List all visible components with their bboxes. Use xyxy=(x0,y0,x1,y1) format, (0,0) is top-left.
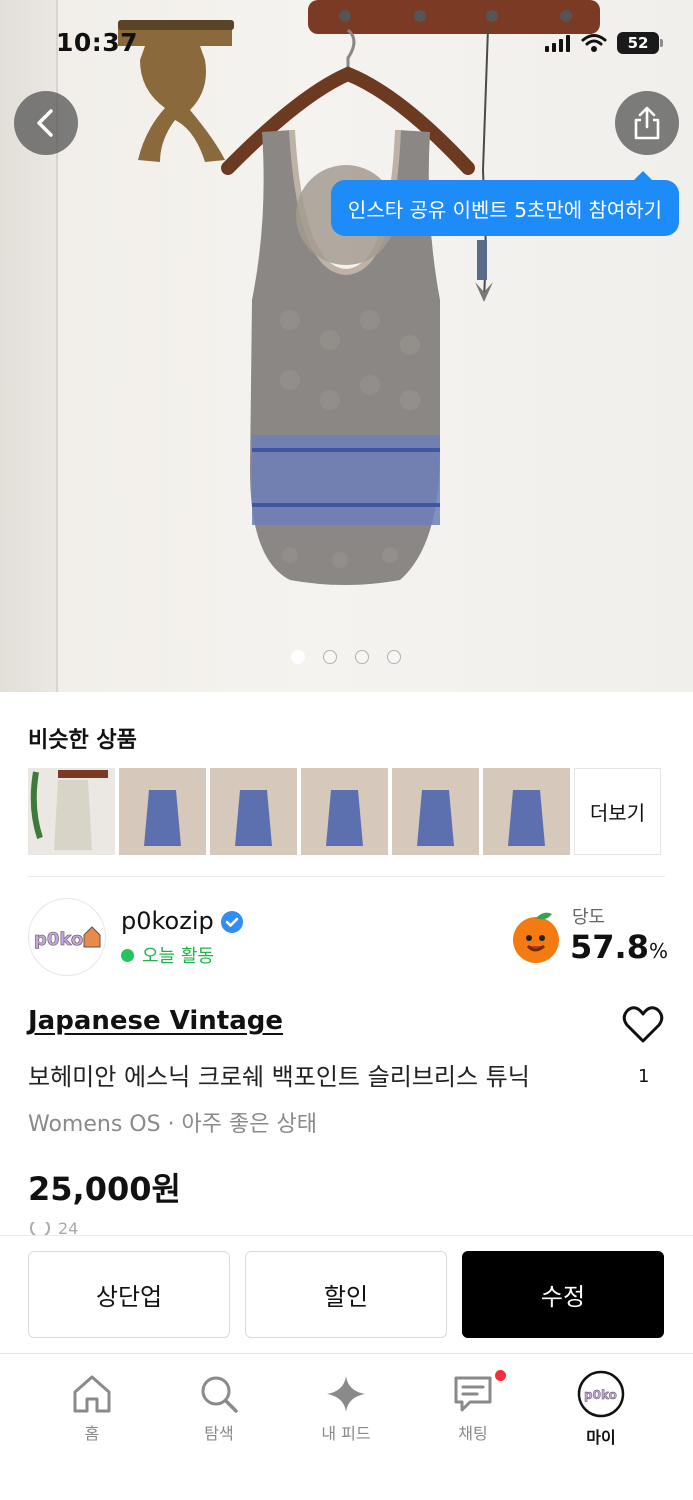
view-count: 24 xyxy=(28,1222,78,1236)
chevron-left-icon xyxy=(37,109,53,137)
eye-icon xyxy=(30,1222,50,1236)
like-count: 1 xyxy=(638,1066,650,1087)
svg-text:p0ko: p0ko xyxy=(34,929,83,950)
action-bar: 상단업 할인 수정 xyxy=(0,1235,693,1353)
thumb-image xyxy=(483,768,570,855)
product-meta: Womens OS · 아주 좋은 상태 xyxy=(28,1112,317,1137)
like-heart-icon[interactable] xyxy=(622,1006,664,1044)
similar-product-thumb[interactable] xyxy=(119,768,206,855)
product-price: 25,000원 xyxy=(28,1170,181,1208)
tab-my-label: 마이 xyxy=(586,1428,616,1447)
tab-chat[interactable]: 채팅 xyxy=(423,1370,523,1444)
chat-icon xyxy=(454,1376,492,1412)
status-bar: 10:37 52 xyxy=(0,26,693,62)
carousel-dot[interactable] xyxy=(323,650,337,664)
activity-status: 오늘 활동 xyxy=(121,942,214,968)
chat-notification-badge xyxy=(495,1370,506,1381)
tab-my[interactable]: p0ko 마이 xyxy=(551,1370,651,1448)
tab-my-feed-label: 내 피드 xyxy=(321,1424,371,1443)
share-icon xyxy=(634,106,660,140)
carousel-dot[interactable] xyxy=(355,650,369,664)
hanging-tunic-image xyxy=(118,0,600,585)
back-button[interactable] xyxy=(14,91,78,155)
see-more-button[interactable]: 더보기 xyxy=(574,768,661,855)
dangdo-number: 57.8 xyxy=(570,928,649,966)
verified-badge-icon xyxy=(221,911,243,933)
dangdo-score: 57.8% xyxy=(570,928,668,966)
product-photo[interactable]: 10:37 52 인스타 공유 이벤트 5초만에 참여하기 xyxy=(0,0,693,692)
similar-product-thumb[interactable] xyxy=(392,768,479,855)
battery-icon: 52 xyxy=(617,32,663,54)
tab-explore[interactable]: 탐색 xyxy=(169,1374,269,1444)
activity-label: 오늘 활동 xyxy=(142,946,214,967)
tab-home-label: 홈 xyxy=(84,1424,100,1443)
tab-my-feed[interactable]: 내 피드 xyxy=(296,1374,396,1444)
tab-home[interactable]: 홈 xyxy=(42,1374,142,1444)
thumb-image xyxy=(28,768,115,855)
seller-avatar[interactable]: p0ko xyxy=(28,898,106,976)
carousel-dot[interactable] xyxy=(291,650,305,664)
similar-products-list: 더보기 xyxy=(28,768,661,855)
thumb-image xyxy=(392,768,479,855)
instagram-event-tooltip[interactable]: 인스타 공유 이벤트 5초만에 참여하기 xyxy=(331,171,679,236)
thumb-image xyxy=(210,768,297,855)
status-icons: 52 xyxy=(545,32,663,54)
thumb-image xyxy=(301,768,388,855)
status-time: 10:37 xyxy=(56,28,139,57)
online-dot-icon xyxy=(121,948,134,962)
similar-products-title: 비슷한 상품 xyxy=(28,728,137,753)
tab-chat-label: 채팅 xyxy=(458,1424,488,1443)
bottom-tab-bar: 홈 탐색 내 피드 채팅 p0ko 마이 xyxy=(0,1353,693,1500)
thumb-image xyxy=(119,768,206,855)
search-icon xyxy=(201,1376,238,1413)
brand-link[interactable]: Japanese Vintage xyxy=(28,1006,283,1036)
similar-product-thumb[interactable] xyxy=(483,768,570,855)
carousel-dot[interactable] xyxy=(387,650,401,664)
home-icon xyxy=(73,1375,111,1413)
edit-button[interactable]: 수정 xyxy=(462,1251,664,1338)
tooltip-text: 인스타 공유 이벤트 5초만에 참여하기 xyxy=(347,197,663,222)
seller-name[interactable]: p0kozip xyxy=(121,907,214,935)
view-count-value: 24 xyxy=(58,1222,79,1236)
similar-product-thumb[interactable] xyxy=(301,768,388,855)
similar-product-thumb[interactable] xyxy=(28,768,115,855)
sparkle-icon xyxy=(327,1376,365,1412)
section-divider xyxy=(28,876,665,877)
dangdo-label: 당도 xyxy=(572,907,606,928)
product-title: 보헤미안 에스닉 크로쉐 백포인트 슬리브리스 튜닉 xyxy=(28,1063,530,1091)
dangdo-unit: % xyxy=(648,939,668,963)
orange-mascot-icon xyxy=(513,912,559,963)
profile-avatar-icon: p0ko xyxy=(577,1370,625,1418)
signal-icon xyxy=(545,35,570,52)
share-button[interactable] xyxy=(615,91,679,155)
seller-logo-icon: p0ko xyxy=(34,926,101,950)
wifi-icon xyxy=(581,34,607,52)
tab-explore-label: 탐색 xyxy=(204,1424,234,1443)
bump-up-button[interactable]: 상단업 xyxy=(28,1251,230,1338)
discount-button[interactable]: 할인 xyxy=(245,1251,447,1338)
similar-product-thumb[interactable] xyxy=(210,768,297,855)
svg-text:p0ko: p0ko xyxy=(584,1388,617,1402)
carousel-pagination xyxy=(291,650,401,664)
